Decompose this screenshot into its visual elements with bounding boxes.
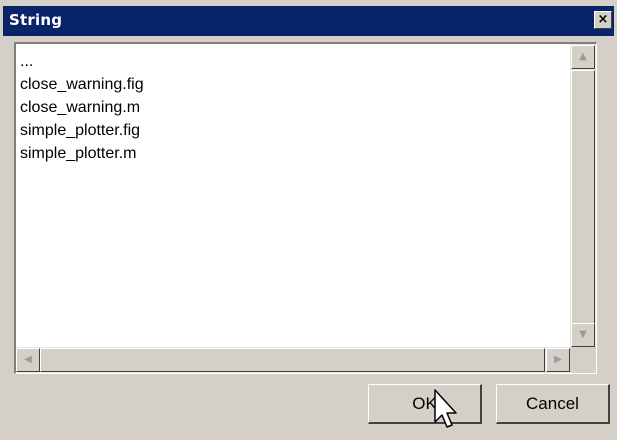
horizontal-scrollbar[interactable]: ◀ ▶	[16, 347, 570, 373]
scroll-up-button[interactable]: ▲	[571, 45, 595, 69]
vertical-scrollbar[interactable]: ▲ ▼	[570, 44, 596, 347]
close-button[interactable]: ×	[594, 11, 612, 29]
list-items: ... close_warning.fig close_warning.m si…	[20, 50, 568, 165]
arrow-up-icon: ▲	[579, 51, 587, 62]
ok-button[interactable]: OK	[368, 384, 482, 424]
title-bar[interactable]: String ×	[3, 6, 614, 36]
horizontal-scroll-thumb[interactable]	[40, 348, 545, 372]
arrow-right-icon: ▶	[554, 354, 562, 365]
dialog-title: String	[9, 11, 63, 29]
scroll-left-button[interactable]: ◀	[16, 348, 40, 372]
vertical-scroll-thumb[interactable]	[571, 70, 595, 324]
file-listbox[interactable]: ... close_warning.fig close_warning.m si…	[14, 42, 597, 374]
list-item[interactable]: ...	[20, 50, 568, 73]
mouse-pointer-icon	[434, 389, 457, 428]
close-icon: ×	[597, 12, 609, 27]
arrow-left-icon: ◀	[24, 354, 32, 365]
list-item[interactable]: close_warning.m	[20, 96, 568, 119]
cancel-button[interactable]: Cancel	[496, 384, 610, 424]
string-dialog: String × ... close_warning.fig close_war…	[0, 0, 617, 440]
scroll-down-button[interactable]: ▼	[571, 323, 595, 347]
scroll-right-button[interactable]: ▶	[546, 348, 570, 372]
list-item[interactable]: simple_plotter.fig	[20, 119, 568, 142]
list-item[interactable]: simple_plotter.m	[20, 142, 568, 165]
arrow-down-icon: ▼	[579, 329, 587, 340]
scrollbar-corner	[570, 347, 596, 373]
list-item[interactable]: close_warning.fig	[20, 73, 568, 96]
